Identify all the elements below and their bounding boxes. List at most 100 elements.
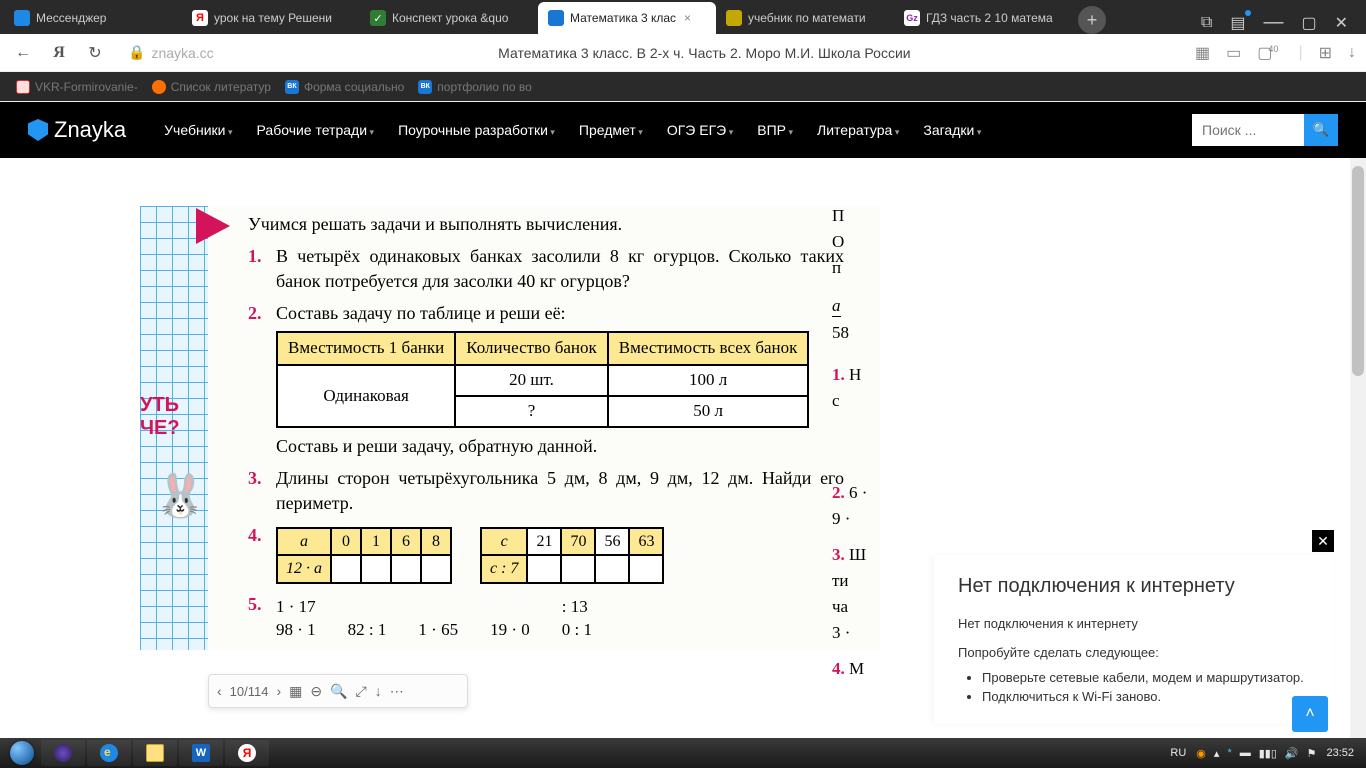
battery-icon[interactable]: ▬ bbox=[1240, 747, 1251, 759]
more-button[interactable]: ⋯ bbox=[390, 683, 404, 700]
zoom-in-button[interactable]: 🔍 bbox=[330, 683, 347, 700]
page-viewport[interactable]: УТЬ ЧЕ? 🐰 Учимся решать задачи и выполня… bbox=[0, 158, 1350, 744]
qr-icon[interactable]: ▦ bbox=[1195, 43, 1210, 63]
side-text: УТЬ ЧЕ? bbox=[140, 394, 180, 440]
edge-text: Н bbox=[849, 365, 861, 384]
taskbar-explorer[interactable] bbox=[133, 740, 177, 766]
volume-icon[interactable]: 🔊 bbox=[1285, 747, 1299, 760]
extensions-icon[interactable]: ▤ bbox=[1230, 13, 1245, 33]
tabs-count-icon[interactable]: ▢40 bbox=[1257, 43, 1282, 63]
table-cell: 100 л bbox=[608, 365, 809, 396]
video-icon[interactable]: ▭ bbox=[1226, 43, 1241, 63]
back-to-top-button[interactable]: ˄ bbox=[1292, 696, 1328, 732]
chevron-up-icon: ˄ bbox=[1305, 705, 1314, 723]
taskbar-ie[interactable]: e bbox=[87, 740, 131, 766]
tab-konspekt[interactable]: ✓Конспект урока &quo bbox=[360, 2, 538, 34]
scrollbar-thumb[interactable] bbox=[1352, 166, 1364, 376]
prev-page-button[interactable]: ‹ bbox=[217, 683, 222, 699]
close-panel-button[interactable]: ✕ bbox=[1312, 530, 1334, 552]
tray-icon-up[interactable]: ▴ bbox=[1214, 747, 1220, 760]
page-title: Математика 3 класс. В 2-х ч. Часть 2. Мо… bbox=[224, 45, 1185, 61]
page-body: Учимся решать задачи и выполнять вычисле… bbox=[248, 206, 880, 642]
menu-uchebniki[interactable]: Учебники bbox=[164, 122, 232, 138]
bookmark-label: портфолио по во bbox=[437, 80, 532, 94]
new-tab-button[interactable]: + bbox=[1078, 6, 1106, 34]
close-tab-icon[interactable]: × bbox=[684, 11, 691, 25]
tab-gdz[interactable]: GzГДЗ часть 2 10 матема bbox=[894, 2, 1072, 34]
bookmark-spisok[interactable]: Список литератур bbox=[152, 80, 271, 94]
table-cell: 8 bbox=[421, 528, 451, 556]
bluetooth-icon[interactable]: * bbox=[1227, 747, 1231, 759]
task-5: 5. 1 · 17 98 · 1 82 : 1 1 · 65 19 · 0 : … bbox=[248, 592, 880, 642]
browser-chrome: Мессенджер Яурок на тему Решени ✓Конспек… bbox=[0, 0, 1366, 102]
table-cell: 0 bbox=[331, 528, 361, 556]
start-button[interactable] bbox=[4, 740, 40, 766]
zoom-out-button[interactable]: ⊖ bbox=[310, 683, 322, 700]
maximize-button[interactable]: ▢ bbox=[1301, 13, 1316, 33]
table-header: Вместимость всех банок bbox=[608, 332, 809, 365]
table-cell: 21 bbox=[527, 528, 561, 556]
menu-oge-ege[interactable]: ОГЭ ЕГЭ bbox=[667, 122, 733, 138]
ie-icon: e bbox=[100, 744, 118, 762]
tab-count: 40 bbox=[1268, 44, 1278, 54]
bookmark-forma[interactable]: ВКФорма социально bbox=[285, 80, 404, 94]
search-button[interactable]: 🔍 bbox=[1304, 114, 1338, 146]
menu-pourochnye[interactable]: Поурочные разработки bbox=[398, 122, 555, 138]
app-icon bbox=[54, 744, 72, 762]
tab-label: Математика 3 клас bbox=[570, 11, 676, 25]
logo-text: Znayka bbox=[54, 117, 126, 143]
menu-vpr[interactable]: ВПР bbox=[757, 122, 793, 138]
back-button[interactable]: ← bbox=[10, 44, 36, 62]
right-page-edge: П О п a 58 1. Н с 2. 6 · 9 · 3. Ш ти ча … bbox=[832, 206, 872, 685]
book-icon bbox=[548, 10, 564, 26]
tray-icon-firefox[interactable]: ◉ bbox=[1196, 747, 1206, 760]
rabbit-illustration: 🐰 bbox=[154, 472, 206, 521]
flag-icon[interactable]: ⚑ bbox=[1307, 747, 1317, 760]
bookmark-vkr[interactable]: VKR-Formirovanie- bbox=[16, 80, 138, 94]
table-cell bbox=[595, 555, 629, 583]
taskbar-yandex[interactable]: Я bbox=[225, 740, 269, 766]
menu-zagadki[interactable]: Загадки bbox=[923, 122, 981, 138]
url-field[interactable]: 🔒 znayka.cc bbox=[128, 44, 214, 61]
vertical-scrollbar[interactable] bbox=[1350, 158, 1366, 744]
download-icon[interactable]: ↓ bbox=[1348, 44, 1356, 62]
wifi-icon[interactable]: ▮▮▯ bbox=[1259, 747, 1277, 760]
sidebar-icon[interactable]: ⊞ bbox=[1319, 43, 1332, 63]
download-page-button[interactable]: ↓ bbox=[375, 683, 382, 699]
fullscreen-button[interactable]: ⤢ bbox=[356, 683, 367, 700]
table-cell: 1 bbox=[361, 528, 391, 556]
yandex-home-button[interactable]: Я bbox=[46, 44, 72, 62]
taskbar-word[interactable]: W bbox=[179, 740, 223, 766]
tab-strip: Мессенджер Яурок на тему Решени ✓Конспек… bbox=[0, 0, 1366, 34]
clock[interactable]: 23:52 bbox=[1326, 747, 1354, 759]
task-4: 4. a 0 1 6 8 12 · a bbox=[248, 523, 880, 584]
divider: | bbox=[1298, 44, 1302, 62]
menu-literatura[interactable]: Литература bbox=[817, 122, 899, 138]
task-number: 5. bbox=[248, 592, 266, 642]
doc-icon bbox=[16, 80, 30, 94]
table-cell bbox=[561, 555, 595, 583]
copy-window-icon[interactable]: ⧉ bbox=[1201, 14, 1212, 32]
bookmark-portfolio[interactable]: ВКпортфолио по во bbox=[418, 80, 532, 94]
site-logo[interactable]: Znayka bbox=[28, 117, 126, 143]
tab-lesson[interactable]: Яурок на тему Решени bbox=[182, 2, 360, 34]
edge-num: 1. bbox=[832, 365, 845, 384]
shield-icon bbox=[28, 119, 48, 141]
tab-label: ГДЗ часть 2 10 матема bbox=[926, 11, 1053, 25]
offline-bullet: Проверьте сетевые кабели, модем и маршру… bbox=[982, 670, 1310, 685]
next-page-button[interactable]: › bbox=[276, 683, 281, 699]
language-indicator[interactable]: RU bbox=[1170, 747, 1186, 759]
grid-view-button[interactable]: ▦ bbox=[289, 683, 302, 700]
menu-tetradi[interactable]: Рабочие тетради bbox=[257, 122, 375, 138]
tab-label: учебник по математи bbox=[748, 11, 866, 25]
side-line: УТЬ bbox=[140, 394, 180, 417]
minimize-button[interactable]: — bbox=[1263, 11, 1283, 34]
menu-predmet[interactable]: Предмет bbox=[579, 122, 643, 138]
tab-uchebnik[interactable]: учебник по математи bbox=[716, 2, 894, 34]
search-input[interactable] bbox=[1192, 114, 1304, 146]
close-window-button[interactable]: ✕ bbox=[1335, 13, 1348, 33]
taskbar-app-1[interactable] bbox=[41, 740, 85, 766]
reload-button[interactable]: ↻ bbox=[82, 43, 108, 63]
tab-math-active[interactable]: Математика 3 клас × bbox=[538, 2, 716, 34]
tab-messenger[interactable]: Мессенджер bbox=[4, 2, 182, 34]
